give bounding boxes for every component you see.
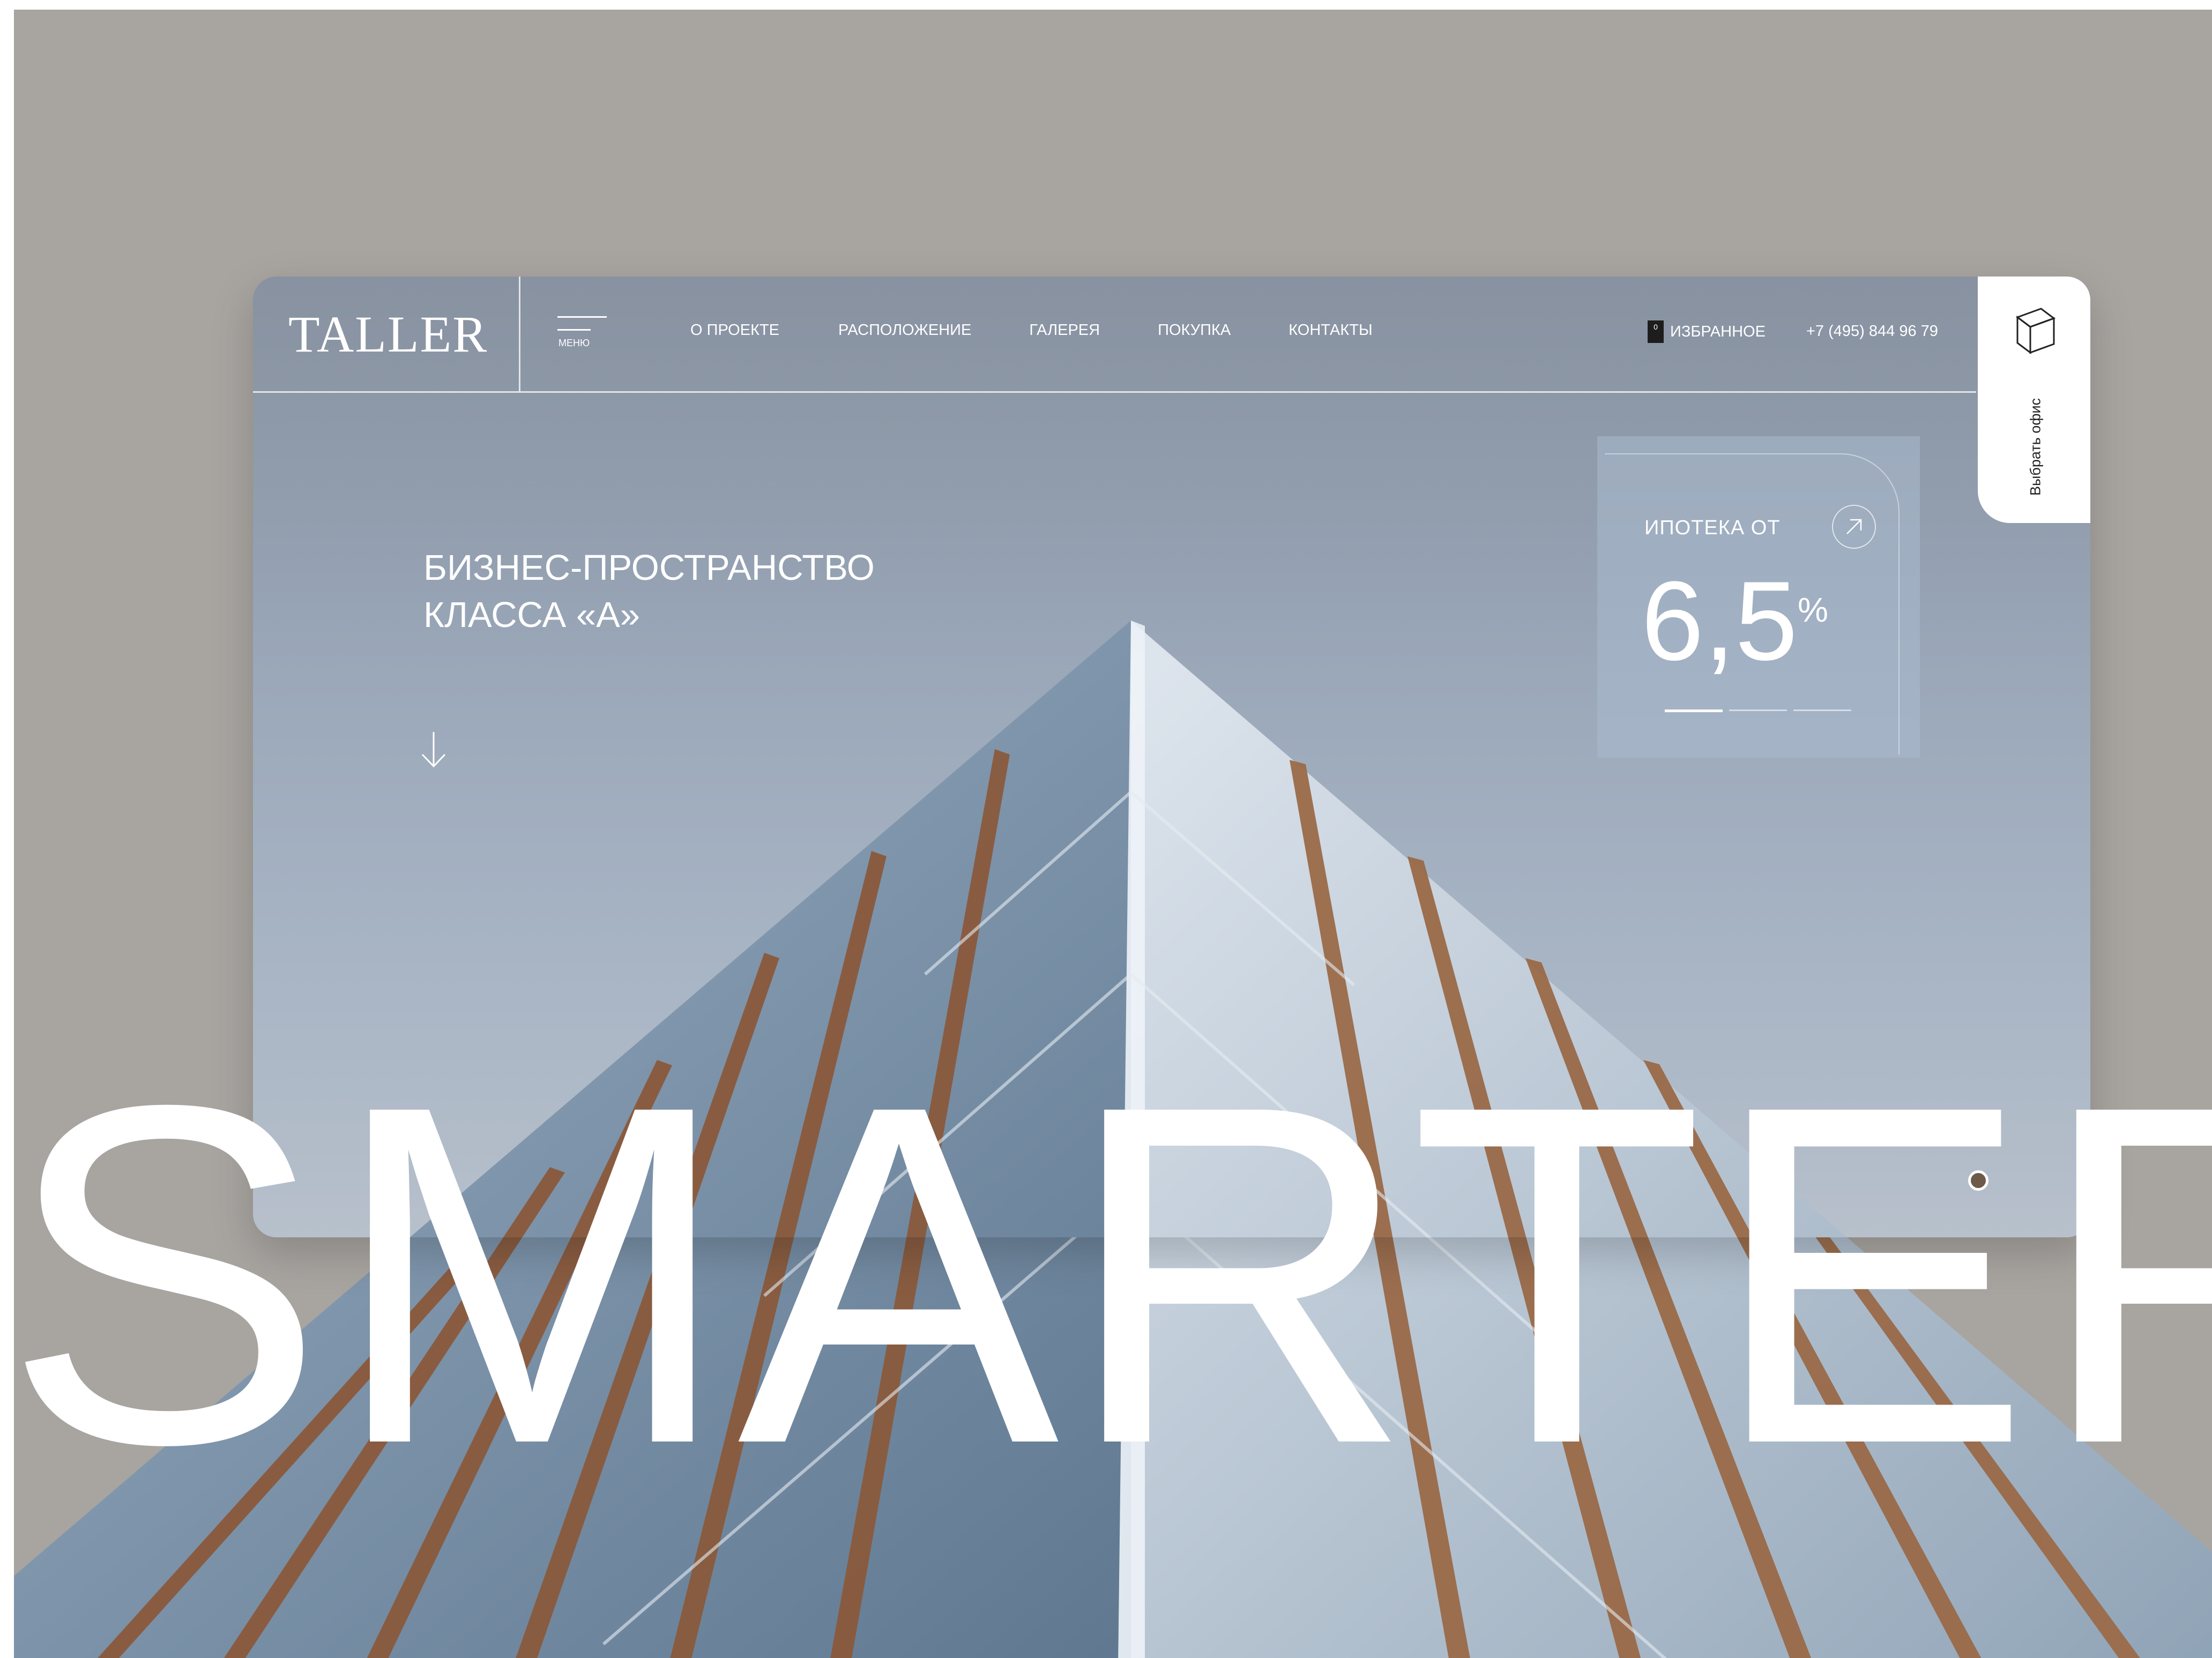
nav-item-gallery[interactable]: ГАЛЕРЕЯ (1029, 322, 1100, 339)
mortgage-rate-unit: % (1797, 591, 1828, 629)
nav-item-about[interactable]: О ПРОЕКТЕ (690, 322, 779, 339)
pager-dot-3[interactable] (1793, 709, 1851, 711)
mortgage-widget: ИПОТЕКА ОТ 6,5% (1597, 436, 1920, 758)
hamburger-icon (557, 316, 607, 318)
nav-item-purchase[interactable]: ПОКУПКА (1158, 322, 1231, 339)
nav-item-location[interactable]: РАСПОЛОЖЕНИЕ (838, 322, 971, 339)
cube-icon (2015, 308, 2056, 354)
bookmark-icon: 0 (1648, 320, 1664, 343)
choose-office-label: Выбрать офис (2027, 398, 2044, 496)
presentation-backdrop: TALLER МЕНЮ О ПРОЕКТЕ РАСПОЛОЖЕНИЕ ГАЛЕР… (14, 10, 2212, 1658)
mortgage-rate-value: 6,5 (1641, 558, 1798, 684)
choose-office-tab[interactable]: Выбрать офис (1978, 277, 2090, 523)
favorites-link[interactable]: 0 ИЗБРАННОЕ (1648, 320, 1766, 343)
favorites-count: 0 (1654, 323, 1658, 331)
arrow-down-icon[interactable] (418, 730, 449, 770)
hero-title: БИЗНЕС-ПРОСТРАНСТВО КЛАССА «А» (423, 544, 875, 639)
phone-link[interactable]: +7 (495) 844 96 79 (1806, 323, 1938, 340)
mortgage-rate: 6,5% (1641, 551, 1828, 680)
hamburger-icon-line (557, 329, 591, 331)
site-header: TALLER МЕНЮ О ПРОЕКТЕ РАСПОЛОЖЕНИЕ ГАЛЕР… (253, 277, 1976, 393)
menu-label: МЕНЮ (558, 338, 590, 348)
site-logo[interactable]: TALLER (288, 308, 488, 361)
mortgage-pager (1665, 709, 1851, 712)
hero-title-line2: КЛАССА «А» (423, 595, 640, 635)
mortgage-label: ИПОТЕКА ОТ (1644, 517, 1781, 539)
header-divider (519, 277, 520, 391)
menu-button[interactable]: МЕНЮ (557, 314, 616, 357)
arrow-up-right-icon[interactable] (1832, 505, 1876, 549)
main-nav: О ПРОЕКТЕ РАСПОЛОЖЕНИЕ ГАЛЕРЕЯ ПОКУПКА К… (690, 322, 1373, 339)
overlay-word: SMARTER (14, 1005, 2212, 1544)
favorites-label: ИЗБРАННОЕ (1670, 323, 1766, 340)
nav-item-contacts[interactable]: КОНТАКТЫ (1289, 322, 1372, 339)
pager-dot-2[interactable] (1729, 709, 1787, 711)
pager-dot-1[interactable] (1665, 709, 1723, 712)
hero-title-line1: БИЗНЕС-ПРОСТРАНСТВО (423, 548, 875, 588)
